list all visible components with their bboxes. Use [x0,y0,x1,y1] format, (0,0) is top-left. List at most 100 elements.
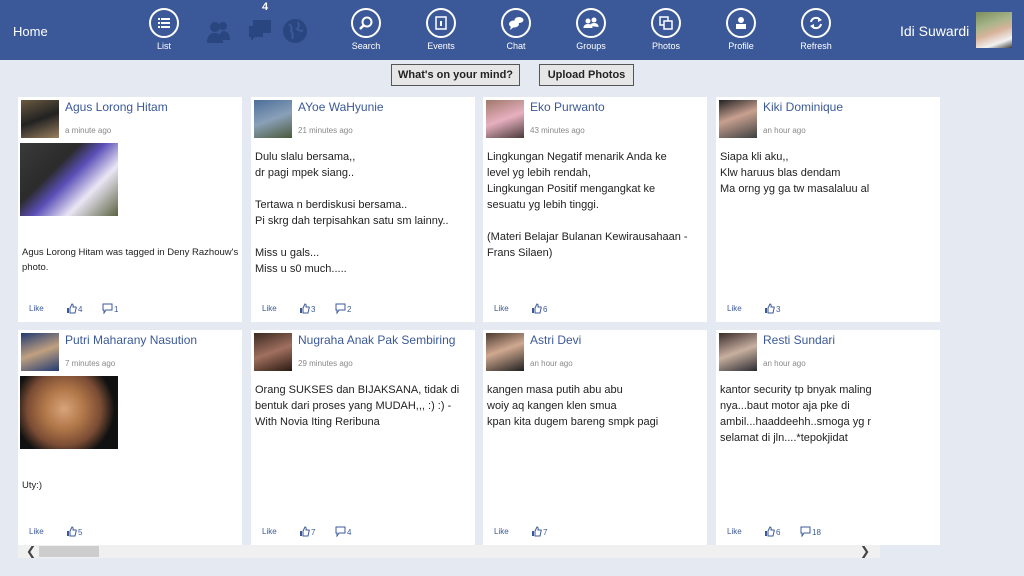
post-author-avatar[interactable] [21,333,59,371]
post-author-name[interactable]: Agus Lorong Hitam [65,100,168,114]
post-footer: Like 5 [18,525,242,539]
nav-events-label: Events [427,41,455,51]
post-author-name[interactable]: Nugraha Anak Pak Sembiring [298,333,455,347]
home-link[interactable]: Home [13,24,48,39]
post-card: Nugraha Anak Pak Sembiring 29 minutes ago… [251,330,475,545]
nav-photos-label: Photos [651,41,681,51]
search-icon [359,16,373,30]
nav-search-button[interactable]: Search [336,8,396,51]
nav-chat-button[interactable]: Chat [486,8,546,51]
post-author-name[interactable]: Eko Purwanto [530,100,605,114]
comment-icon [335,526,346,539]
thumbs-up-icon [531,303,542,316]
top-app-bar: Home List 4 Search Events Chat Groups Ph… [0,0,1024,60]
post-author-name[interactable]: Astri Devi [530,333,581,347]
likes-count-value: 7 [311,528,316,537]
likes-count[interactable]: 4 [66,303,82,316]
messages-button[interactable] [247,18,273,44]
post-author-name[interactable]: Putri Maharany Nasution [65,333,197,347]
comments-count-value: 1 [114,305,119,314]
post-photo[interactable] [20,376,118,449]
comments-count[interactable]: 1 [102,303,118,316]
nav-list-button[interactable]: List [134,8,194,51]
post-author-avatar[interactable] [254,100,292,138]
like-button[interactable]: Like [262,527,277,536]
friends-icon [207,22,230,43]
post-author-avatar[interactable] [486,100,524,138]
nav-groups-button[interactable]: Groups [561,8,621,51]
likes-count[interactable]: 6 [531,303,547,316]
likes-count[interactable]: 7 [299,526,315,539]
post-footer: Like 3 2 [251,302,475,316]
nav-list-label: List [156,41,171,51]
comments-count[interactable]: 4 [335,526,351,539]
post-timestamp: a minute ago [65,126,112,135]
post-author-name[interactable]: Resti Sundari [763,333,835,347]
like-button[interactable]: Like [262,304,277,313]
comment-icon [335,303,346,316]
post-timestamp: 43 minutes ago [530,126,585,135]
comments-count-value: 18 [812,528,821,537]
status-update-button[interactable]: What's on your mind? [391,64,520,86]
post-footer: Like 7 [483,525,707,539]
post-text: Orang SUKSES dan BIJAKSANA, tidak di ben… [255,384,460,428]
post-author-avatar[interactable] [254,333,292,371]
scrollbar-thumb[interactable] [39,546,99,557]
user-name[interactable]: Idi Suwardi [900,23,969,39]
comments-count[interactable]: 2 [335,303,351,316]
post-text: kantor security tp bnyak maling nya...ba… [720,384,872,444]
horizontal-scrollbar[interactable]: ❮ ❯ [18,544,880,558]
upload-photos-button[interactable]: Upload Photos [539,64,634,86]
likes-count-value: 6 [776,528,781,537]
likes-count-value: 3 [311,305,316,314]
comments-count[interactable]: 18 [800,526,821,539]
post-card: Putri Maharany Nasution 7 minutes ago Uty:… [18,330,242,545]
like-button[interactable]: Like [29,304,44,313]
nav-profile-button[interactable]: Profile [711,8,771,51]
likes-count-value: 4 [78,305,83,314]
comments-count-value: 4 [347,528,352,537]
likes-count[interactable]: 6 [764,526,780,539]
messages-badge: 4 [262,1,269,13]
likes-count[interactable]: 3 [764,303,780,316]
like-button[interactable]: Like [727,304,742,313]
list-icon [158,18,170,28]
nav-events-button[interactable]: Events [411,8,471,51]
post-photo[interactable] [20,143,118,216]
likes-count-value: 7 [543,528,548,537]
comment-icon [102,303,113,316]
post-timestamp: 7 minutes ago [65,359,116,368]
nav-refresh-button[interactable]: Refresh [786,8,846,51]
user-avatar[interactable] [976,12,1012,48]
post-author-avatar[interactable] [486,333,524,371]
like-button[interactable]: Like [494,304,509,313]
nav-groups-label: Groups [576,41,606,51]
likes-count-value: 5 [78,528,83,537]
like-button[interactable]: Like [494,527,509,536]
chat-icon [509,17,524,30]
post-author-avatar[interactable] [21,100,59,138]
likes-count[interactable]: 5 [66,526,82,539]
post-author-name[interactable]: AYoe WaHyunie [298,100,384,114]
post-author-name[interactable]: Kiki Dominique [763,100,843,114]
post-author-avatar[interactable] [719,100,757,138]
nav-search-label: Search [351,41,381,51]
chevron-left-icon[interactable]: ❮ [26,544,36,558]
friend-requests-button[interactable] [206,18,232,44]
like-button[interactable]: Like [29,527,44,536]
likes-count[interactable]: 7 [531,526,547,539]
nav-photos-button[interactable]: Photos [636,8,696,51]
post-author-avatar[interactable] [719,333,757,371]
post-text: kangen masa putih abu abu woiy aq kangen… [487,384,659,428]
notifications-button[interactable] [282,18,308,44]
chevron-right-icon[interactable]: ❯ [860,544,870,558]
like-button[interactable]: Like [727,527,742,536]
thumbs-up-icon [764,526,775,539]
post-timestamp: 29 minutes ago [298,359,353,368]
post-text: Lingkungan Negatif menarik Anda ke level… [487,151,688,259]
post-text: Uty:) [22,480,43,491]
likes-count[interactable]: 3 [299,303,315,316]
post-text: Siapa kli aku,, Klw haruus blas dendam M… [720,151,870,195]
groups-icon [583,17,599,28]
comment-icon [800,526,811,539]
